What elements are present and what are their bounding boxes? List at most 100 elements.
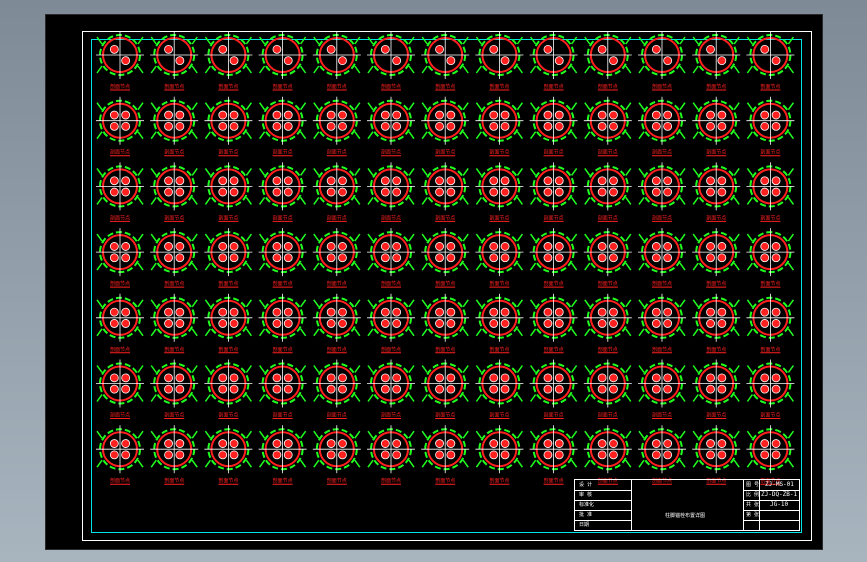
anchor-bolt xyxy=(109,439,119,448)
title-block-designer-label: 设 计 xyxy=(579,482,593,488)
dimension-tick xyxy=(258,131,266,140)
dimension-tick xyxy=(692,36,699,45)
anchor-bolt xyxy=(392,121,402,131)
title-block-rule xyxy=(743,510,799,511)
dimension-tick xyxy=(367,233,374,242)
anchor-detail: 剖面节点 xyxy=(638,293,686,354)
dimension-tick xyxy=(150,299,157,308)
anchor-detail: 剖面节点 xyxy=(421,425,470,485)
anchor-bolt xyxy=(489,187,499,197)
dimension-tick xyxy=(692,394,699,402)
dimension-tick xyxy=(638,167,645,176)
anchor-bolt xyxy=(109,44,119,54)
anchor-bolt xyxy=(175,450,185,460)
dimension-tick xyxy=(421,167,428,176)
anchor-bolt xyxy=(771,307,781,317)
anchor-bolt xyxy=(543,373,553,383)
dimension-tick xyxy=(625,328,632,337)
detail-label: 剖面节点 xyxy=(544,149,564,156)
anchor-bolt xyxy=(164,384,173,394)
cad-viewport[interactable]: 剖面节点 剖面节点 剖面节点 剖面节点 剖面节点 剖面节点 剖面节点 剖面节点 剖面节点 剖面节点… xyxy=(45,14,823,550)
anchor-bolt xyxy=(554,121,564,131)
detail-label: 剖面节点 xyxy=(544,280,564,287)
anchor-detail: 剖面节点 xyxy=(204,96,253,157)
anchor-bolt xyxy=(229,373,239,383)
anchor-detail: 剖面节点 xyxy=(746,293,795,354)
anchor-bolt xyxy=(175,176,185,186)
dimension-tick xyxy=(625,167,632,176)
dimension-tick xyxy=(625,233,632,242)
detail-label: 剖面节点 xyxy=(110,214,130,221)
anchor-bolt xyxy=(554,56,564,66)
title-block-sheets-label: 共 张 xyxy=(746,502,760,508)
dimension-tick xyxy=(150,328,157,337)
detail-label: 剖面节点 xyxy=(706,346,726,353)
anchor-bolt xyxy=(771,176,781,186)
dimension-tick xyxy=(570,233,578,242)
anchor-bolt xyxy=(435,176,444,186)
anchor-bolt xyxy=(121,187,131,197)
dimension-tick xyxy=(258,36,266,45)
anchor-bolt xyxy=(717,319,727,328)
anchor-bolt xyxy=(272,384,282,394)
dimension-tick xyxy=(787,262,795,271)
detail-label: 剖面节点 xyxy=(489,477,509,484)
dimension-tick xyxy=(137,328,144,337)
dimension-tick xyxy=(150,196,157,205)
anchor-bolt xyxy=(554,176,564,186)
anchor-bolt xyxy=(706,187,715,197)
anchor-bolt xyxy=(500,121,510,131)
anchor-bolt xyxy=(338,253,347,263)
dimension-tick xyxy=(313,328,320,337)
anchor-bolt xyxy=(109,187,119,197)
dimension-tick xyxy=(421,65,428,74)
anchor-bolt xyxy=(218,384,228,394)
anchor-bolt xyxy=(338,307,347,317)
detail-label: 剖面节点 xyxy=(327,412,347,419)
anchor-bolt xyxy=(717,242,727,251)
detail-label: 剖面节点 xyxy=(273,280,293,287)
anchor-bolt xyxy=(663,121,673,131)
dimension-tick xyxy=(150,36,157,45)
anchor-bolt xyxy=(338,373,347,383)
dimension-tick xyxy=(462,65,469,74)
dimension-tick xyxy=(733,36,740,45)
anchor-bolt xyxy=(380,439,390,448)
anchor-detail: 剖面节点 xyxy=(638,31,686,91)
anchor-bolt xyxy=(229,439,239,448)
dimension-tick xyxy=(475,167,483,176)
dimension-tick xyxy=(408,102,415,111)
dimension-tick xyxy=(475,430,483,439)
dimension-tick xyxy=(367,65,374,74)
anchor-bolt xyxy=(164,373,173,383)
anchor-bolt xyxy=(597,307,607,317)
dimension-tick xyxy=(516,430,524,439)
title-block-scale: ZJ-DQ-ZB-1 xyxy=(761,491,798,498)
dimension-tick xyxy=(204,430,212,439)
anchor-bolt xyxy=(651,44,661,54)
dimension-tick xyxy=(313,131,320,140)
anchor-bolt xyxy=(175,373,185,383)
anchor-bolt xyxy=(489,384,499,394)
anchor-bolt xyxy=(218,176,228,186)
anchor-bolt xyxy=(651,187,661,197)
anchor-bolt xyxy=(760,253,770,263)
anchor-bolt xyxy=(663,439,673,448)
dimension-tick xyxy=(475,102,483,111)
anchor-bolt xyxy=(554,373,564,383)
anchor-bolt xyxy=(706,253,715,263)
detail-label: 剖面节点 xyxy=(544,83,564,90)
anchor-bolt xyxy=(283,439,293,448)
anchor-bolt xyxy=(663,373,673,383)
dimension-tick xyxy=(679,394,686,402)
anchor-bolt xyxy=(609,121,618,131)
dimension-tick xyxy=(204,233,212,242)
anchor-detail: 剖面节点 xyxy=(367,425,415,485)
detail-label: 剖面节点 xyxy=(706,83,726,90)
anchor-bolt xyxy=(283,373,293,383)
dimension-tick xyxy=(258,459,266,468)
title-block-date-label: 日期 xyxy=(579,522,590,528)
detail-label: 剖面节点 xyxy=(273,346,293,353)
anchor-bolt xyxy=(717,307,727,317)
dimension-tick xyxy=(692,102,699,111)
